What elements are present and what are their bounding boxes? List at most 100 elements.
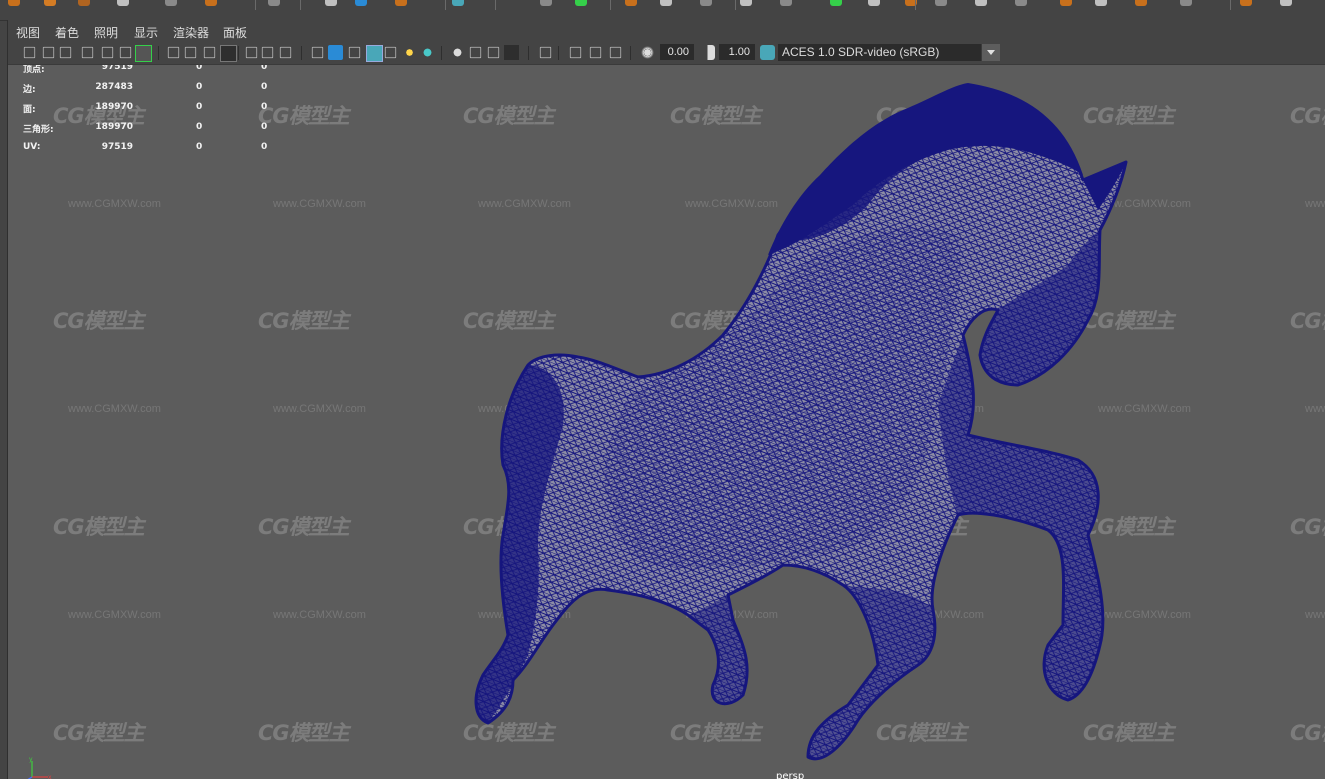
horse-mesh-wireframe[interactable] bbox=[8, 65, 1325, 779]
exposure-icon[interactable] bbox=[640, 45, 655, 60]
shelf-tool-icon[interactable] bbox=[700, 0, 712, 6]
resolution-gate-icon[interactable] bbox=[203, 46, 216, 59]
shelf-tool-icon[interactable] bbox=[78, 0, 90, 6]
hud-value: 97519 bbox=[101, 142, 133, 152]
depth-of-field-icon[interactable] bbox=[504, 45, 519, 60]
motion-blur-icon[interactable] bbox=[469, 46, 482, 59]
hud-value: 0 bbox=[196, 122, 203, 132]
shelf-tool-icon[interactable] bbox=[1180, 0, 1192, 6]
hud-label-edges: 边: bbox=[23, 85, 36, 95]
shelf-tool-icon[interactable] bbox=[205, 0, 217, 6]
shelf-tool-icon[interactable] bbox=[268, 0, 280, 6]
color-space-select[interactable]: ACES 1.0 SDR-video (sRGB) bbox=[778, 44, 1000, 61]
shelf-tool-icon[interactable] bbox=[395, 0, 407, 6]
gamma-field[interactable]: 1.00 bbox=[719, 44, 755, 60]
shelf-tool-icon[interactable] bbox=[1015, 0, 1027, 6]
shelf-separator bbox=[1230, 0, 1231, 10]
2d-pan-zoom-icon[interactable] bbox=[119, 46, 132, 59]
shelf-tool-icon[interactable] bbox=[325, 0, 337, 6]
model-panel: 视图 着色 照明 显示 渲染器 面板 0.00 1.00 ACES 1.0 SD… bbox=[7, 20, 1325, 779]
shelf-tool-icon[interactable] bbox=[830, 0, 842, 6]
smooth-shade-all-icon[interactable] bbox=[328, 45, 343, 60]
menu-lighting[interactable]: 照明 bbox=[94, 24, 118, 41]
shelf-tool-icon[interactable] bbox=[1060, 0, 1072, 6]
grid-icon[interactable] bbox=[167, 46, 180, 59]
gamma-icon[interactable] bbox=[700, 45, 715, 60]
menu-shading[interactable]: 着色 bbox=[55, 24, 79, 41]
shelf-tool-icon[interactable] bbox=[575, 0, 587, 6]
safe-title-icon[interactable] bbox=[279, 46, 292, 59]
shelf-tool-icon[interactable] bbox=[935, 0, 947, 6]
hud-value: 0 bbox=[261, 142, 268, 152]
shelf-separator bbox=[445, 0, 446, 10]
camera-name-label: persp bbox=[776, 771, 805, 779]
shelf-tool-icon[interactable] bbox=[780, 0, 792, 6]
shelf-tool-icon[interactable] bbox=[8, 0, 20, 6]
toolbar-separator bbox=[301, 46, 302, 60]
hud-value: 0 bbox=[261, 82, 268, 92]
menu-view[interactable]: 视图 bbox=[16, 24, 40, 41]
shelf-tool-icon[interactable] bbox=[868, 0, 880, 6]
image-plane-icon[interactable] bbox=[101, 46, 114, 59]
wireframe-on-shaded-icon[interactable] bbox=[366, 45, 383, 62]
hud-value: 0 bbox=[261, 122, 268, 132]
hud-value: 189970 bbox=[95, 102, 133, 112]
use-all-lights-icon[interactable] bbox=[402, 45, 417, 60]
exposure-field[interactable]: 0.00 bbox=[660, 44, 694, 60]
camera-attributes-icon[interactable] bbox=[42, 46, 55, 59]
field-chart-icon[interactable] bbox=[245, 46, 258, 59]
view-axis-gizmo-icon: y x bbox=[27, 757, 52, 779]
menu-show[interactable]: 显示 bbox=[134, 24, 158, 41]
shelf-tool-icon[interactable] bbox=[740, 0, 752, 6]
bookmark-icon[interactable] bbox=[81, 46, 94, 59]
film-gate-icon[interactable] bbox=[184, 46, 197, 59]
hud-label-faces: 面: bbox=[23, 105, 36, 115]
hud-label-vertices: 顶点: bbox=[23, 65, 45, 75]
shelf-tool-icon[interactable] bbox=[540, 0, 552, 6]
shelf-tool-icon[interactable] bbox=[1135, 0, 1147, 6]
toolbar-separator bbox=[630, 46, 631, 60]
bookmark-camera-icon[interactable] bbox=[59, 46, 72, 59]
gate-mask-icon[interactable] bbox=[220, 45, 237, 62]
screen-space-ao-icon[interactable] bbox=[450, 45, 465, 60]
xray-active-icon[interactable] bbox=[589, 46, 602, 59]
shelf-tool-icon[interactable] bbox=[975, 0, 987, 6]
shelf-separator bbox=[915, 0, 916, 10]
backface-culling-icon[interactable] bbox=[609, 46, 622, 59]
shelf-tool-icon[interactable] bbox=[117, 0, 129, 6]
3d-viewport[interactable]: CG模型主CG模型主CG模型主CG模型主CG模型主CG模型主CG模型主CG模型主… bbox=[8, 65, 1325, 779]
shelf-tool-icon[interactable] bbox=[452, 0, 464, 6]
grease-pencil-icon[interactable] bbox=[135, 45, 152, 62]
shelf-tool-icon[interactable] bbox=[660, 0, 672, 6]
toolbar-separator bbox=[238, 46, 239, 60]
shelf-tool-icon[interactable] bbox=[1280, 0, 1292, 6]
menu-panels[interactable]: 面板 bbox=[223, 24, 247, 41]
shelf-tool-icon[interactable] bbox=[355, 0, 367, 6]
shelf-separator bbox=[255, 0, 256, 10]
hud-value: 287483 bbox=[95, 82, 133, 92]
color-space-value: ACES 1.0 SDR-video (sRGB) bbox=[782, 45, 940, 59]
safe-action-icon[interactable] bbox=[261, 46, 274, 59]
shadows-icon[interactable] bbox=[420, 45, 435, 60]
xray-joints-icon[interactable] bbox=[569, 46, 582, 59]
shelf-tool-icon[interactable] bbox=[1240, 0, 1252, 6]
menu-renderer[interactable]: 渲染器 bbox=[173, 24, 209, 41]
multisample-aa-icon[interactable] bbox=[487, 46, 500, 59]
hud-label-triangles: 三角形: bbox=[23, 125, 54, 135]
hud-value: 0 bbox=[196, 65, 203, 72]
shelf-tool-icon[interactable] bbox=[44, 0, 56, 6]
use-default-material-icon[interactable] bbox=[348, 46, 361, 59]
panel-toolbar: 0.00 1.00 ACES 1.0 SDR-video (sRGB) bbox=[8, 42, 1325, 65]
select-camera-icon[interactable] bbox=[23, 46, 36, 59]
xray-icon[interactable] bbox=[384, 46, 397, 59]
color-management-icon[interactable] bbox=[760, 45, 775, 60]
hud-value: 0 bbox=[261, 102, 268, 112]
hud-value: 0 bbox=[196, 82, 203, 92]
isolate-select-icon[interactable] bbox=[539, 46, 552, 59]
shelf-tool-icon[interactable] bbox=[625, 0, 637, 6]
shelf-tool-icon[interactable] bbox=[1095, 0, 1107, 6]
shelf-tool-icon[interactable] bbox=[165, 0, 177, 6]
shelf-separator bbox=[610, 0, 611, 10]
chevron-down-icon[interactable] bbox=[981, 44, 1000, 61]
wireframe-icon[interactable] bbox=[311, 46, 324, 59]
